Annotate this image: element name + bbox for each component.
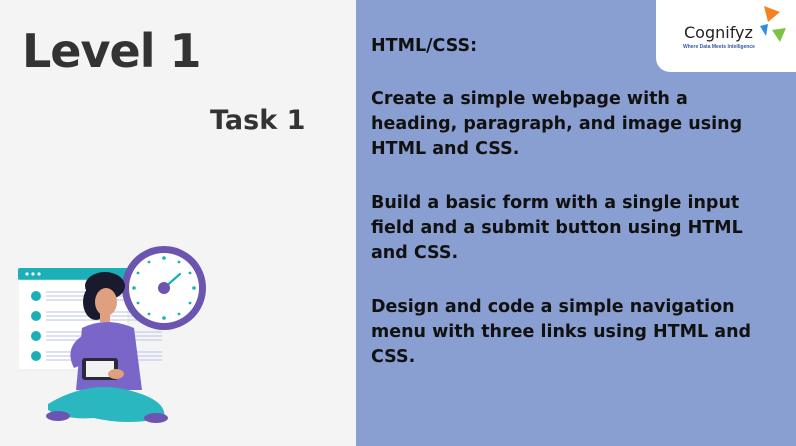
task-line: Create a simple webpage with a [371,89,688,109]
task-line: CSS. [371,347,416,367]
task-line: Design and code a simple navigation [371,297,735,317]
clock-icon [122,246,206,330]
person-illustration [18,246,206,423]
level-title: Level 1 [22,24,201,78]
left-panel: Level 1 Task 1 [0,0,356,446]
logo-name: Cognifyz [684,23,753,42]
task-line: menu with three links using HTML and [371,322,752,342]
logo-triangles-icon [760,6,786,42]
task-line: and CSS. [371,243,459,263]
task-content: HTML/CSS: Create a simple webpage with a… [371,34,771,399]
logo-tagline: Where Data Meets Intelligence [683,44,755,50]
task-line: HTML and CSS. [371,139,520,159]
logo-card: Cognifyz Where Data Meets Intelligence [656,0,796,72]
task-item-2: Build a basic form with a single input f… [371,191,771,266]
task-line: heading, paragraph, and image using [371,114,743,134]
task-label: Task 1 [210,105,306,136]
task-line: Build a basic form with a single input [371,193,740,213]
task-line: field and a submit button using HTML [371,218,743,238]
task-item-1: Create a simple webpage with a heading, … [371,87,771,162]
task-item-3: Design and code a simple navigation menu… [371,295,771,370]
